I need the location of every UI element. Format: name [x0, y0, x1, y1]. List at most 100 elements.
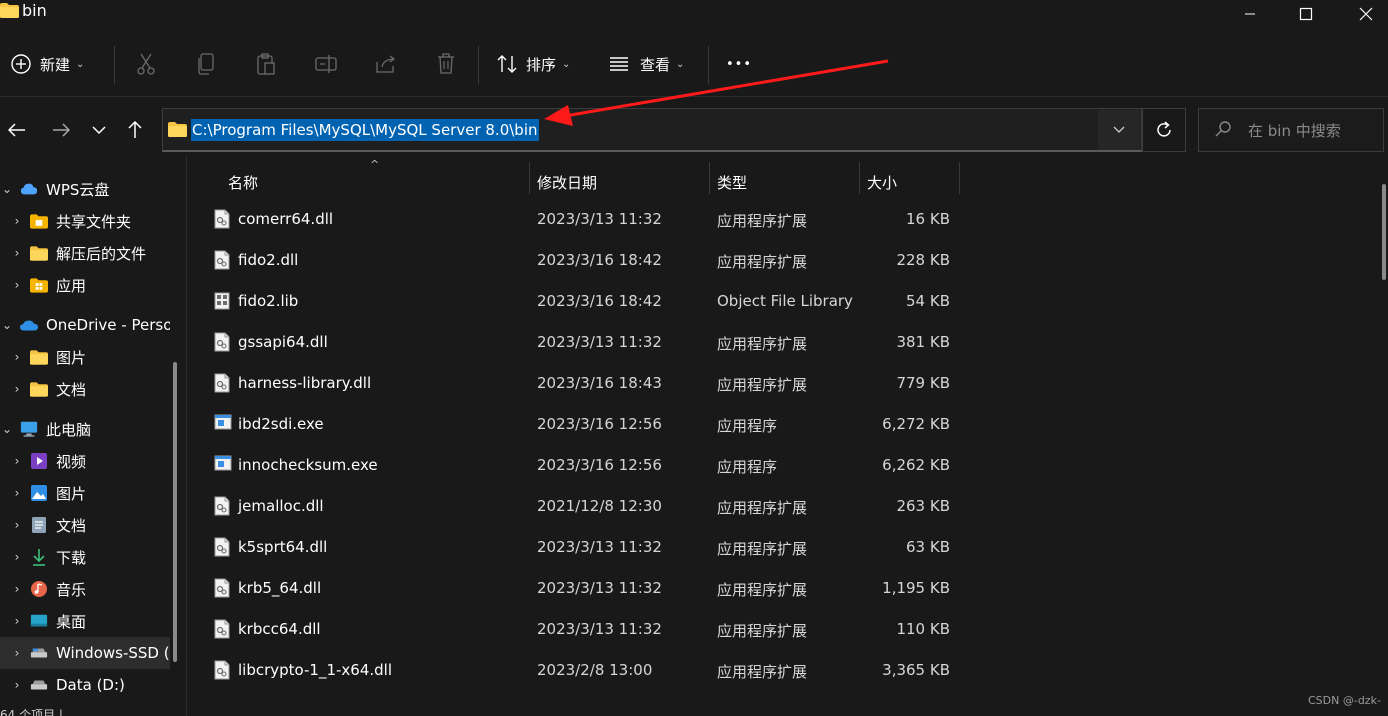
- nav-item-onedrive-documents[interactable]: › 文档: [0, 373, 170, 405]
- address-history-dropdown[interactable]: [1098, 110, 1140, 150]
- toolbar-divider: [0, 96, 1388, 97]
- column-separator[interactable]: [529, 162, 530, 194]
- exe-icon: [214, 455, 232, 475]
- file-name: harness-library.dll: [238, 374, 372, 392]
- minimize-button[interactable]: [1220, 0, 1280, 28]
- refresh-button[interactable]: [1142, 108, 1186, 152]
- nav-item-extracted-files[interactable]: › 解压后的文件: [0, 237, 170, 269]
- command-bar: 新建 ⌄ 排序 ⌄ 查看 ⌄ •••: [0, 36, 1388, 92]
- chevron-right-icon[interactable]: ›: [10, 214, 24, 228]
- column-separator[interactable]: [709, 162, 710, 194]
- column-header-size[interactable]: 大小: [867, 170, 957, 194]
- nav-item-label: 下载: [56, 548, 87, 567]
- file-row[interactable]: comerr64.dll 2023/3/13 11:32 应用程序扩展 16 KB: [196, 200, 960, 241]
- file-row[interactable]: harness-library.dll 2023/3/16 18:43 应用程序扩展…: [196, 364, 960, 405]
- maximize-button[interactable]: [1276, 0, 1336, 28]
- file-row[interactable]: ibd2sdi.exe 2023/3/16 12:56 应用程序 6,272 KB: [196, 405, 960, 446]
- chevron-right-icon[interactable]: ›: [10, 350, 24, 364]
- chevron-right-icon[interactable]: ›: [10, 382, 24, 396]
- column-header-name[interactable]: 名称: [228, 170, 528, 194]
- nav-item-documents[interactable]: › 文档: [0, 509, 170, 541]
- nav-item-onedrive-pictures[interactable]: › 图片: [0, 341, 170, 373]
- back-button[interactable]: [3, 117, 31, 143]
- recent-locations-button[interactable]: [85, 117, 113, 143]
- delete-button[interactable]: [434, 52, 458, 76]
- nav-item-shared-folder[interactable]: › 共享文件夹: [0, 205, 170, 237]
- file-row[interactable]: fido2.dll 2023/3/16 18:42 应用程序扩展 228 KB: [196, 241, 960, 282]
- up-button[interactable]: [121, 117, 149, 143]
- file-modified-date: 2023/3/16 12:56: [537, 415, 662, 433]
- address-path-text[interactable]: C:\Program Files\MySQL\MySQL Server 8.0\…: [191, 119, 539, 141]
- file-type: 应用程序: [717, 458, 778, 476]
- close-button[interactable]: [1336, 0, 1388, 28]
- nav-item-downloads[interactable]: › 下载: [0, 541, 170, 573]
- up-arrow-icon: [128, 121, 142, 138]
- chevron-right-icon[interactable]: ›: [10, 550, 24, 564]
- file-size: 6,262 KB: [882, 456, 950, 474]
- file-row[interactable]: gssapi64.dll 2023/3/13 11:32 应用程序扩展 381 KB: [196, 323, 960, 364]
- chevron-expanded-icon[interactable]: ⌄: [0, 318, 14, 332]
- file-row[interactable]: fido2.lib 2023/3/16 18:42 Object File Libr…: [196, 282, 960, 323]
- file-row[interactable]: krb5_64.dll 2023/3/13 11:32 应用程序扩展 1,195 KB: [196, 569, 960, 610]
- column-header-date[interactable]: 修改日期: [537, 170, 707, 194]
- chevron-right-icon[interactable]: ›: [10, 454, 24, 468]
- forward-button[interactable]: [47, 117, 75, 143]
- file-row[interactable]: innochecksum.exe 2023/3/16 12:56 应用程序 6,262…: [196, 446, 960, 487]
- nav-item-music[interactable]: › 音乐: [0, 573, 170, 605]
- dll-icon: [214, 496, 230, 516]
- chevron-right-icon[interactable]: ›: [10, 678, 24, 692]
- nav-item-data-drive[interactable]: › Data (D:): [0, 669, 170, 701]
- rename-icon: [315, 55, 337, 73]
- chevron-expanded-icon[interactable]: ⌄: [0, 422, 14, 436]
- column-separator[interactable]: [959, 162, 960, 194]
- file-row[interactable]: krbcc64.dll 2023/3/13 11:32 应用程序扩展 110 KB: [196, 610, 960, 651]
- chevron-right-icon[interactable]: ›: [10, 518, 24, 532]
- nav-item-videos[interactable]: › 视频: [0, 445, 170, 477]
- drive-icon: [30, 676, 48, 694]
- sort-button[interactable]: 排序 ⌄: [496, 48, 586, 80]
- file-row[interactable]: jemalloc.dll 2021/12/8 12:30 应用程序扩展 263 KB: [196, 487, 960, 528]
- new-button[interactable]: 新建 ⌄: [10, 48, 102, 80]
- column-header-type[interactable]: 类型: [717, 170, 857, 194]
- cut-icon: [137, 53, 155, 75]
- chevron-expanded-icon[interactable]: ⌄: [0, 182, 14, 196]
- nav-item-onedrive[interactable]: ⌄ OneDrive - Perso: [0, 309, 170, 341]
- file-type: 应用程序: [717, 417, 778, 435]
- chevron-right-icon[interactable]: ›: [10, 614, 24, 628]
- search-icon: [1215, 121, 1231, 137]
- nav-item-this-pc[interactable]: ⌄ 此电脑: [0, 413, 170, 445]
- back-arrow-icon: [8, 123, 25, 137]
- more-options-button[interactable]: •••: [724, 50, 754, 78]
- title-bar[interactable]: bin: [0, 0, 1388, 28]
- scrollbar-thumb[interactable]: [1382, 184, 1386, 280]
- nav-item-windows-ssd[interactable]: › Windows-SSD (: [0, 637, 170, 669]
- file-modified-date: 2021/12/8 12:30: [537, 497, 662, 515]
- nav-item-apps[interactable]: › 应用: [0, 269, 170, 301]
- rename-button[interactable]: [314, 52, 338, 76]
- column-separator[interactable]: [859, 162, 860, 194]
- copy-button[interactable]: [194, 52, 218, 76]
- nav-item-wps-cloud[interactable]: ⌄ WPS云盘: [0, 173, 170, 205]
- chevron-right-icon[interactable]: ›: [10, 582, 24, 596]
- file-row[interactable]: k5sprt64.dll 2023/3/13 11:32 应用程序扩展 63 KB: [196, 528, 960, 569]
- search-input[interactable]: 在 bin 中搜索: [1248, 120, 1341, 141]
- chevron-right-icon[interactable]: ›: [10, 486, 24, 500]
- chevron-right-icon[interactable]: ›: [10, 278, 24, 292]
- view-button[interactable]: 查看 ⌄: [608, 48, 698, 80]
- chevron-right-icon[interactable]: ›: [10, 646, 24, 660]
- paste-button[interactable]: [254, 52, 278, 76]
- nav-item-pictures[interactable]: › 图片: [0, 477, 170, 509]
- nav-item-label: OneDrive - Perso: [46, 316, 170, 334]
- file-row[interactable]: libcrypto-1_1-x64.dll 2023/2/8 13:00 应用程序扩…: [196, 651, 960, 692]
- file-type: Object File Library: [717, 292, 853, 310]
- chevron-right-icon[interactable]: ›: [10, 246, 24, 260]
- share-button[interactable]: [374, 52, 398, 76]
- file-modified-date: 2023/3/16 18:42: [537, 292, 662, 310]
- file-type: 应用程序扩展: [717, 540, 808, 558]
- cut-button[interactable]: [134, 52, 158, 76]
- navigation-scrollbar[interactable]: [173, 362, 177, 662]
- nav-item-label: 图片: [56, 348, 87, 367]
- file-name: krbcc64.dll: [238, 620, 321, 638]
- file-name: krb5_64.dll: [238, 579, 322, 597]
- nav-item-desktop[interactable]: › 桌面: [0, 605, 170, 637]
